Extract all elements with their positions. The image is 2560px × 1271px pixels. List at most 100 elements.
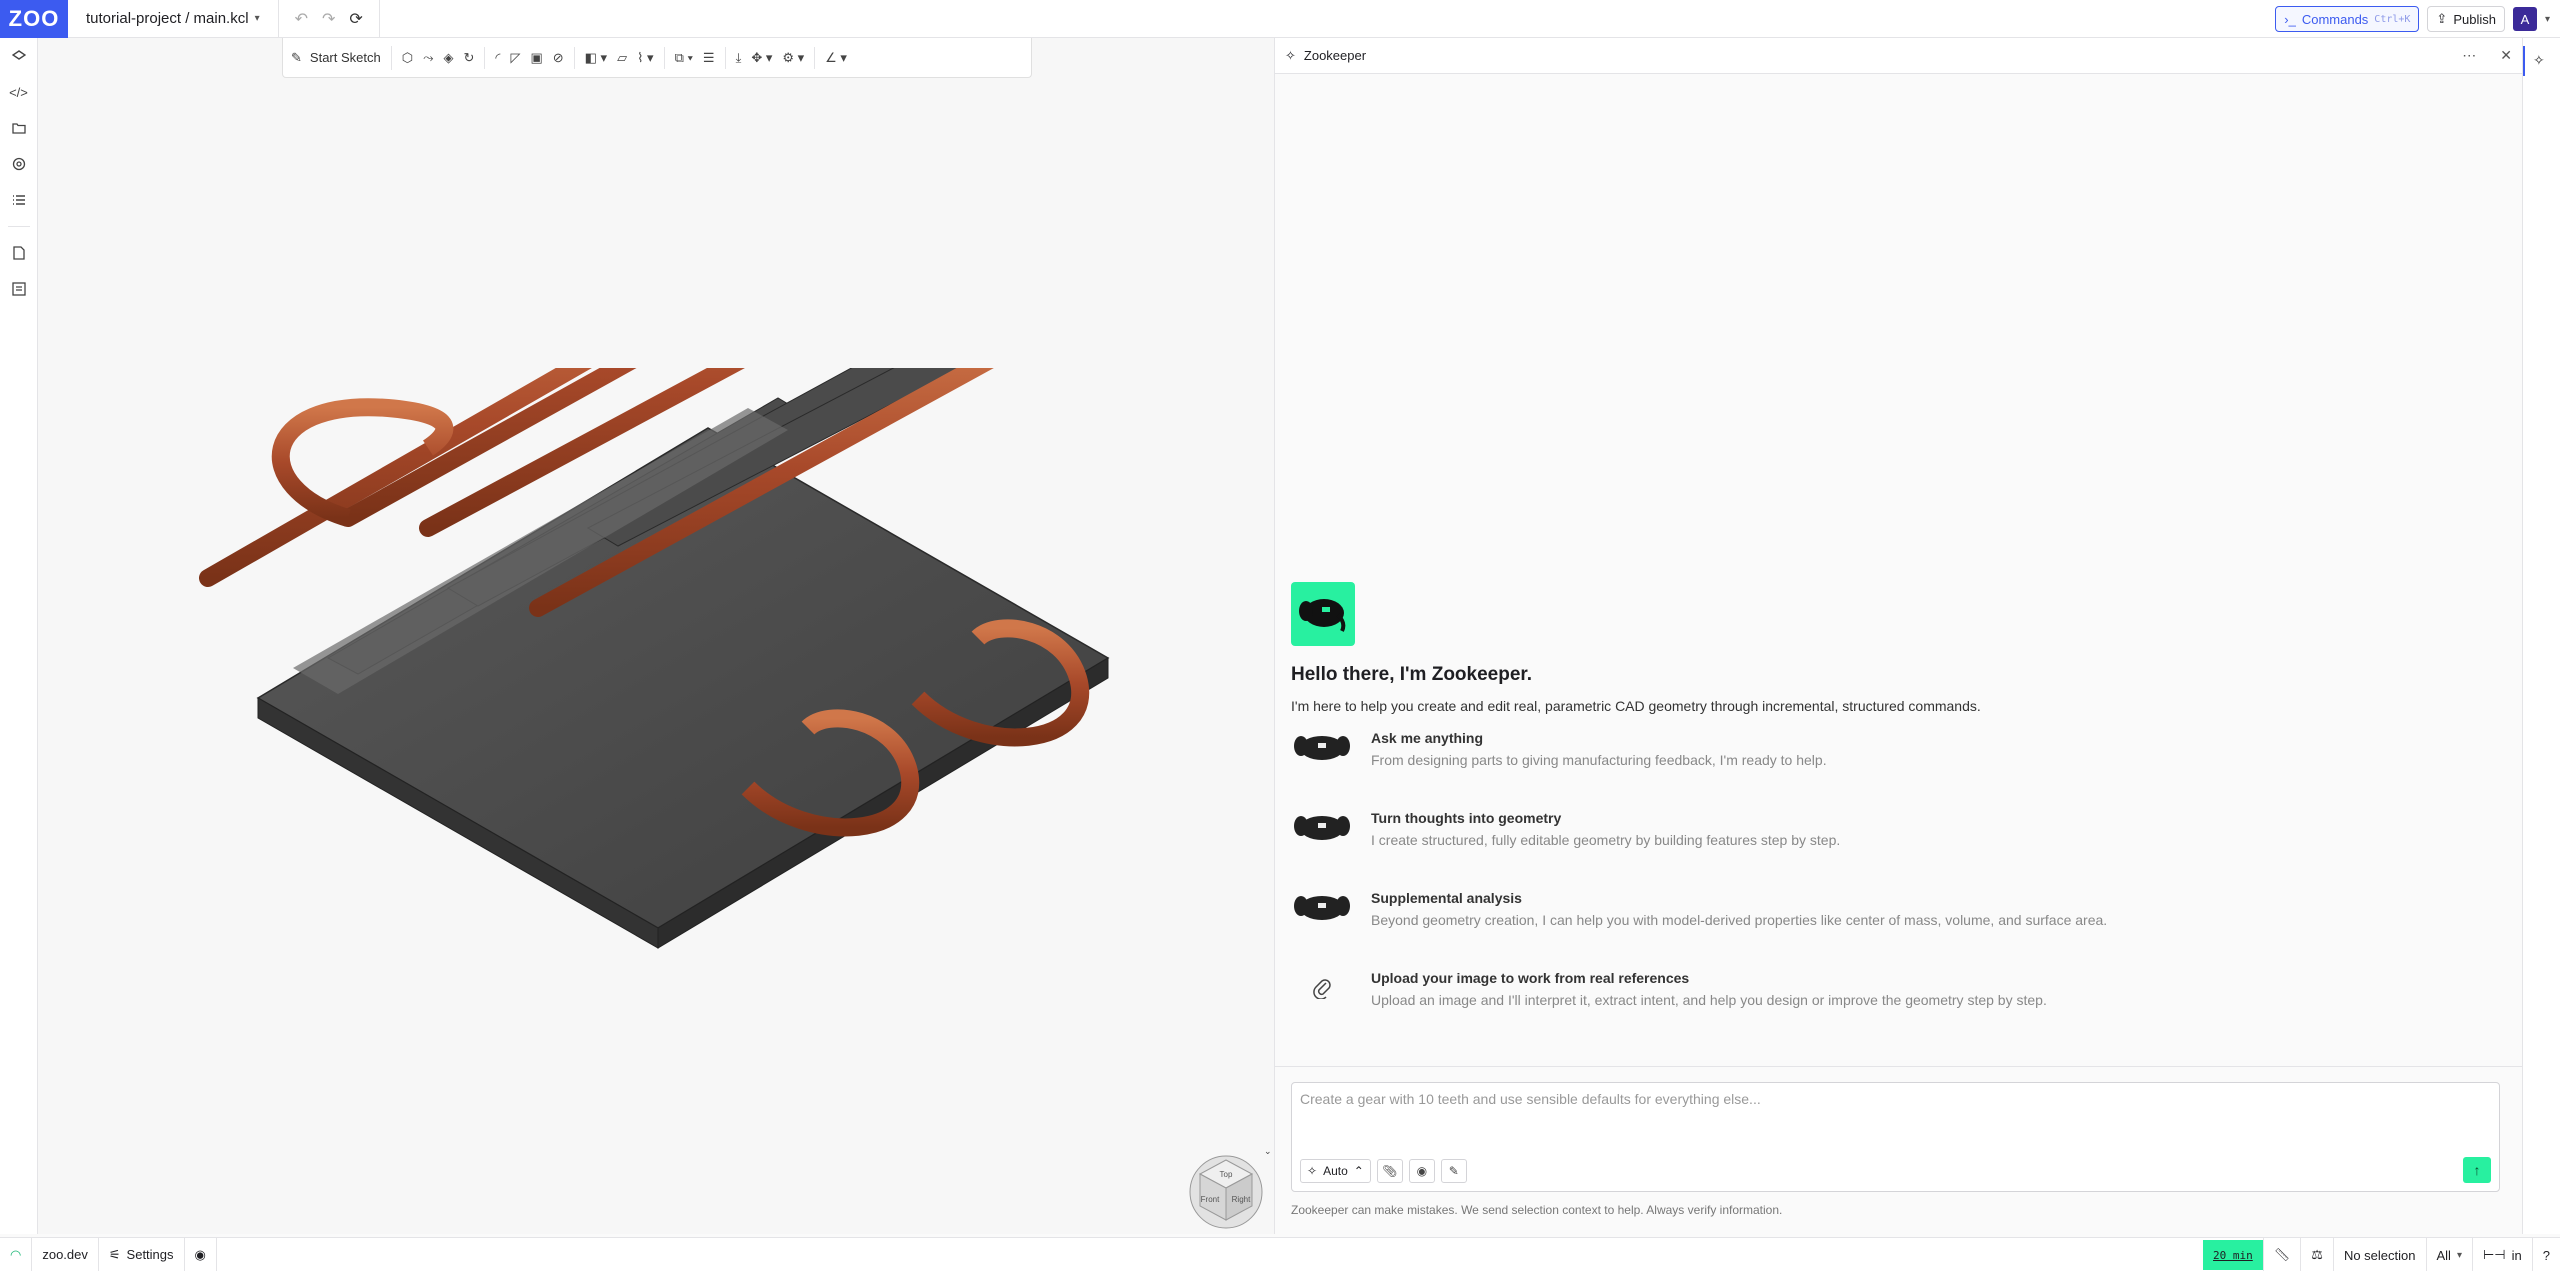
- feature-description: Beyond geometry creation, I can help you…: [1371, 912, 2108, 928]
- refresh-icon[interactable]: ⟳: [349, 9, 362, 29]
- sparkle-icon: ✧: [1285, 47, 1296, 63]
- pattern-icon[interactable]: ⧉ ▾: [675, 50, 693, 66]
- settings-button[interactable]: ⚟ Settings: [99, 1237, 185, 1271]
- ruler-button[interactable]: 📏︎: [2262, 1238, 2301, 1271]
- feature-item: Turn thoughts into geometry I create str…: [1291, 808, 2491, 874]
- host-link[interactable]: zoo.dev: [32, 1237, 99, 1271]
- prompt-input[interactable]: [1300, 1091, 2480, 1151]
- cold-plate-model[interactable]: [188, 368, 1118, 968]
- chamfer-icon[interactable]: ◸: [510, 50, 520, 66]
- list-icon[interactable]: [8, 190, 30, 210]
- import-icon[interactable]: ⤓: [736, 50, 742, 66]
- session-timer[interactable]: 20 min: [2203, 1240, 2263, 1270]
- close-icon[interactable]: ✕: [2500, 47, 2512, 64]
- feature-description: Upload an image and I'll interpret it, e…: [1371, 992, 2047, 1008]
- elephant-icon: [1291, 888, 1353, 928]
- paperclip-icon: [1291, 968, 1353, 1008]
- zookeeper-sparkle-icon[interactable]: ✧: [2533, 52, 2545, 69]
- hole-icon[interactable]: ⊘: [553, 50, 564, 66]
- feature-item: Ask me anything From designing parts to …: [1291, 728, 2491, 794]
- sweep-icon[interactable]: ⤳: [423, 50, 433, 66]
- units-select[interactable]: ⊢⊣ in: [2471, 1238, 2532, 1271]
- user-avatar[interactable]: A: [2512, 7, 2537, 31]
- loft-icon[interactable]: ◈: [443, 50, 453, 66]
- intro-text: I'm here to help you create and edit rea…: [1291, 698, 1981, 714]
- feature-tree-icon[interactable]: [8, 46, 30, 66]
- document-icon[interactable]: [8, 243, 30, 263]
- toolbar-divider: [814, 46, 816, 69]
- camera-icon: ◉: [194, 1246, 206, 1262]
- ruler-icon: 📏︎: [2273, 1247, 2291, 1262]
- filter-label: All: [2436, 1247, 2451, 1263]
- zookeeper-mascot-icon: [1291, 582, 1355, 646]
- measure-angle-icon[interactable]: ∠ ▾: [825, 50, 847, 66]
- publish-button[interactable]: ⇪ Publish: [2427, 6, 2505, 32]
- chevron-down-icon[interactable]: ▾: [2545, 14, 2550, 25]
- camera-button[interactable]: ◉: [185, 1237, 217, 1271]
- welcome-section: Hello there, I'm Zookeeper. I'm here to …: [1291, 582, 2491, 1034]
- status-right: 20 min 📏︎ ⚖ No selection All ▾ ⊢⊣ in ?: [2203, 1238, 2560, 1271]
- pencil-icon: ✎: [291, 49, 302, 65]
- attach-file-button[interactable]: 📎︎: [1376, 1159, 1403, 1183]
- navigation-cube[interactable]: Top Front Right ⌄: [1186, 1146, 1270, 1230]
- left-rail: </>: [0, 38, 38, 1234]
- upload-icon: ⇪: [2436, 11, 2448, 26]
- shell-icon[interactable]: ▣: [530, 50, 542, 66]
- prompt-composer: ✧ Auto ⌃ 📎︎ ◉ ✎ ↑: [1291, 1082, 2500, 1192]
- align-icon[interactable]: ☰: [703, 50, 715, 66]
- selection-label: No selection: [2343, 1247, 2416, 1263]
- mode-select[interactable]: ✧ Auto ⌃: [1300, 1159, 1371, 1183]
- scale-button[interactable]: ⚖: [2300, 1238, 2333, 1271]
- files-icon[interactable]: [8, 118, 30, 138]
- log-icon[interactable]: [8, 279, 30, 299]
- publish-label: Publish: [2453, 11, 2496, 27]
- active-indicator: [2523, 46, 2525, 76]
- chevron-down-icon: ▾: [254, 13, 260, 24]
- chevron-down-icon: ▾: [2456, 1249, 2462, 1261]
- more-options-icon[interactable]: ⋯: [2462, 47, 2476, 64]
- start-sketch-label: Start Sketch: [309, 50, 381, 65]
- right-rail: ✧: [2522, 38, 2560, 1234]
- scale-icon: ⚖: [2311, 1247, 2323, 1262]
- redo-icon[interactable]: ↷: [322, 9, 335, 29]
- send-button[interactable]: ↑: [2463, 1157, 2491, 1183]
- settings-label: Settings: [126, 1247, 174, 1262]
- units-label: in: [2511, 1247, 2522, 1263]
- host-label: zoo.dev: [42, 1247, 88, 1262]
- appearance-icon[interactable]: ⚙ ▾: [782, 50, 804, 66]
- camera-icon: ◉: [1416, 1164, 1428, 1178]
- helix-icon[interactable]: ⌇ ▾: [637, 50, 654, 66]
- composer-area: ✧ Auto ⌃ 📎︎ ◉ ✎ ↑ Zookeeper can make mis…: [1275, 1066, 2523, 1234]
- sketch-button[interactable]: ✎: [1440, 1159, 1467, 1183]
- settings-gear-icon[interactable]: [8, 154, 30, 174]
- network-status[interactable]: ◠: [0, 1237, 33, 1271]
- chevron-down-icon[interactable]: ⌄: [1264, 1146, 1270, 1156]
- selection-status: No selection: [2332, 1238, 2426, 1271]
- start-sketch-button[interactable]: ✎ Start Sketch: [291, 45, 392, 70]
- commands-label: Commands: [2301, 11, 2369, 27]
- zoo-logo[interactable]: ZOO: [0, 0, 68, 38]
- panel-title: Zookeeper: [1303, 48, 1367, 63]
- code-icon[interactable]: </>: [8, 82, 30, 102]
- help-label: ?: [2542, 1247, 2550, 1263]
- extrude-icon[interactable]: ⬡: [402, 50, 413, 66]
- move-icon[interactable]: ✥ ▾: [751, 50, 772, 66]
- screenshot-button[interactable]: ◉: [1408, 1159, 1435, 1183]
- project-breadcrumb[interactable]: tutorial-project / main.kcl ▾: [68, 0, 279, 38]
- arrow-up-icon: ↑: [2473, 1162, 2481, 1178]
- 3d-viewport[interactable]: ✎ Start Sketch ⬡ ⤳ ◈ ↻ ◜ ◸ ▣ ⊘ ◧ ▾ ▱ ⌇ ▾…: [38, 38, 1274, 1234]
- boolean-icon[interactable]: ◧ ▾: [585, 50, 607, 66]
- elephant-icon: [1291, 728, 1353, 768]
- feature-item: Supplemental analysis Beyond geometry cr…: [1291, 888, 2491, 954]
- commands-button[interactable]: ›_ Commands Ctrl+K: [2275, 6, 2420, 32]
- plane-icon[interactable]: ▱: [617, 50, 627, 66]
- help-button[interactable]: ?: [2531, 1238, 2560, 1271]
- commands-shortcut: Ctrl+K: [2374, 13, 2411, 25]
- navcube-right-label: Right: [1232, 1195, 1251, 1204]
- elephant-icon: [1291, 808, 1353, 848]
- revolve-icon[interactable]: ↻: [463, 50, 474, 66]
- filter-select[interactable]: All ▾: [2425, 1238, 2472, 1271]
- fillet-icon[interactable]: ◜: [495, 50, 500, 66]
- undo-icon[interactable]: ↶: [295, 9, 308, 29]
- sliders-icon: ⚟: [108, 1246, 121, 1262]
